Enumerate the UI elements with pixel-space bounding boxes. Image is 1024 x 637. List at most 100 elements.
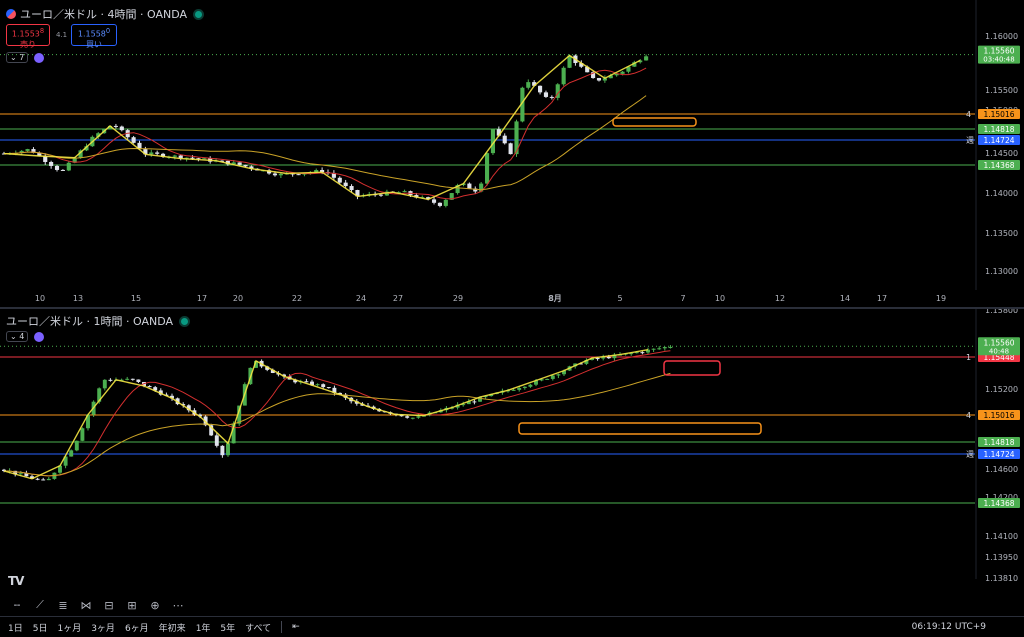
level-price-label: 1.14368 [983,499,1014,508]
chart-pane-1h[interactable]: 1.15800 1.15200 1.14600 1.14200 1.14100 1.139… [0,309,1024,594]
fib-icon[interactable]: ≣ [56,599,70,612]
candle-body [410,417,415,419]
indicator-row: ⌄ 4 [6,331,45,342]
indicator-toggle[interactable]: ⌄ 4 [6,331,29,342]
drawing-toolbar: ╌ ⟋ ≣ ⋈ ⊟ ⊞ ⊕ ⋯ [0,596,1024,614]
candle-body [214,435,219,446]
indicator-toggle[interactable]: ⌄ 7 [6,52,29,63]
moving-average-slow [3,95,647,191]
chart-1h-canvas[interactable]: 1.158001.152001.146001.142001.141001.139… [0,309,1024,594]
zigzag-line [3,54,641,201]
candle-body [69,450,74,457]
candle-body [662,347,667,349]
candle-body [378,194,384,196]
timeframe-1m[interactable]: 1ヶ月 [57,621,81,634]
candle-body [25,149,30,151]
level-tag: 1 [966,353,971,362]
candle-body [102,379,107,389]
candle-body [172,155,177,157]
timeframe-1y[interactable]: 1年 [196,621,211,634]
candle-body [18,473,23,475]
candle-body [606,356,611,359]
candle-body [125,378,130,380]
timeframe-1d[interactable]: 1日 [8,621,23,634]
candle-body [472,401,477,403]
time-tick-label: 22 [292,294,302,303]
candle-body [190,157,195,159]
candle-body [467,183,472,189]
market-open-icon [181,317,188,325]
candle-body [651,348,656,350]
timeframe-all[interactable]: すべて [245,621,271,634]
symbol-title[interactable]: ユーロ／米ドル · 1時間 · OANDA [6,313,173,329]
pattern-icon[interactable]: ⋈ [79,599,93,612]
trend-line-icon[interactable]: ⟋ [33,598,47,612]
time-tick-label: 15 [131,294,141,303]
candle-body [522,386,527,389]
symbol-title[interactable]: ユーロ／米ドル · 4時間 · OANDA [20,6,187,22]
zoom-icon[interactable]: ⊕ [148,599,162,612]
time-tick-label: 12 [775,294,785,303]
timeframe-3m[interactable]: 3ヶ月 [91,621,115,634]
candle-body [443,199,448,206]
candle-body [528,384,533,387]
more-icon[interactable]: ⋯ [171,599,185,612]
candle-body [343,182,348,187]
chart-4h-canvas[interactable]: 1.160001.155001.150001.145001.140001.135… [0,0,1024,307]
time-tick-label: 24 [356,294,366,303]
candle-body [644,56,649,61]
candle-body [131,137,136,143]
candle-body [526,82,531,88]
time-tick-label: 29 [453,294,463,303]
buy-label: 買い [86,39,102,49]
candle-body [46,478,51,481]
price-tick-label: 1.14100 [985,532,1018,541]
indicator-row: ⌄ 7 [6,52,45,63]
candle-body [405,416,410,418]
level-tag: 4 [966,110,971,119]
price-tick-label: 1.14500 [985,149,1018,158]
timeframe-5d[interactable]: 5日 [33,621,48,634]
candle-body [550,375,555,379]
level-price-label: 1.14724 [983,136,1014,145]
candle-body [549,96,554,98]
bar-countdown: 40:48 [989,347,1009,355]
indicator-settings-icon[interactable] [34,331,45,342]
level-price-label: 1.14368 [983,161,1014,170]
candle-body [272,173,278,176]
candle-body [54,165,60,170]
projection-icon[interactable]: ⊟ [102,599,116,612]
date-range-icon[interactable]: ⇤ [292,622,300,632]
level-price-label: 1.14818 [983,125,1014,134]
clock[interactable]: 06:19:12 UTC+9 [912,622,986,632]
sell-price: 1.1553 [11,29,40,39]
price-tick-label: 1.16000 [985,32,1018,41]
time-tick-label: 5 [617,294,622,303]
price-tick-label: 1.13950 [985,553,1018,562]
candle-body [315,384,320,386]
time-tick-label: 10 [35,294,45,303]
measure-icon[interactable]: ⊞ [125,599,139,612]
time-tick-label: 17 [197,294,207,303]
sell-button[interactable]: 1.15538 売り [6,24,50,49]
indicator-settings-icon[interactable] [34,52,45,63]
candle-body [220,445,225,456]
buy-button[interactable]: 1.15580 買い [71,24,117,49]
candle-body [668,346,673,348]
candle-body [155,152,160,154]
candle-body [484,153,490,184]
timeframe-5y[interactable]: 5年 [220,621,235,634]
level-price-label: 1.15016 [983,110,1014,119]
time-tick-label: 14 [840,294,850,303]
chart-pane-4h[interactable]: 1.160001.155001.150001.145001.140001.135… [0,0,1024,309]
currency-flag-icon [6,9,16,19]
candle-body [326,387,331,389]
candle-body [130,378,135,380]
time-tick-label: 7 [680,294,685,303]
timeframe-ytd[interactable]: 年初来 [159,621,186,634]
timeframe-6m[interactable]: 6ヶ月 [125,621,149,634]
candle-body [545,378,550,380]
crosshair-line-icon[interactable]: ╌ [10,599,24,612]
candle-body [349,186,354,191]
chart-header: ユーロ／米ドル · 4時間 · OANDA [6,6,202,22]
